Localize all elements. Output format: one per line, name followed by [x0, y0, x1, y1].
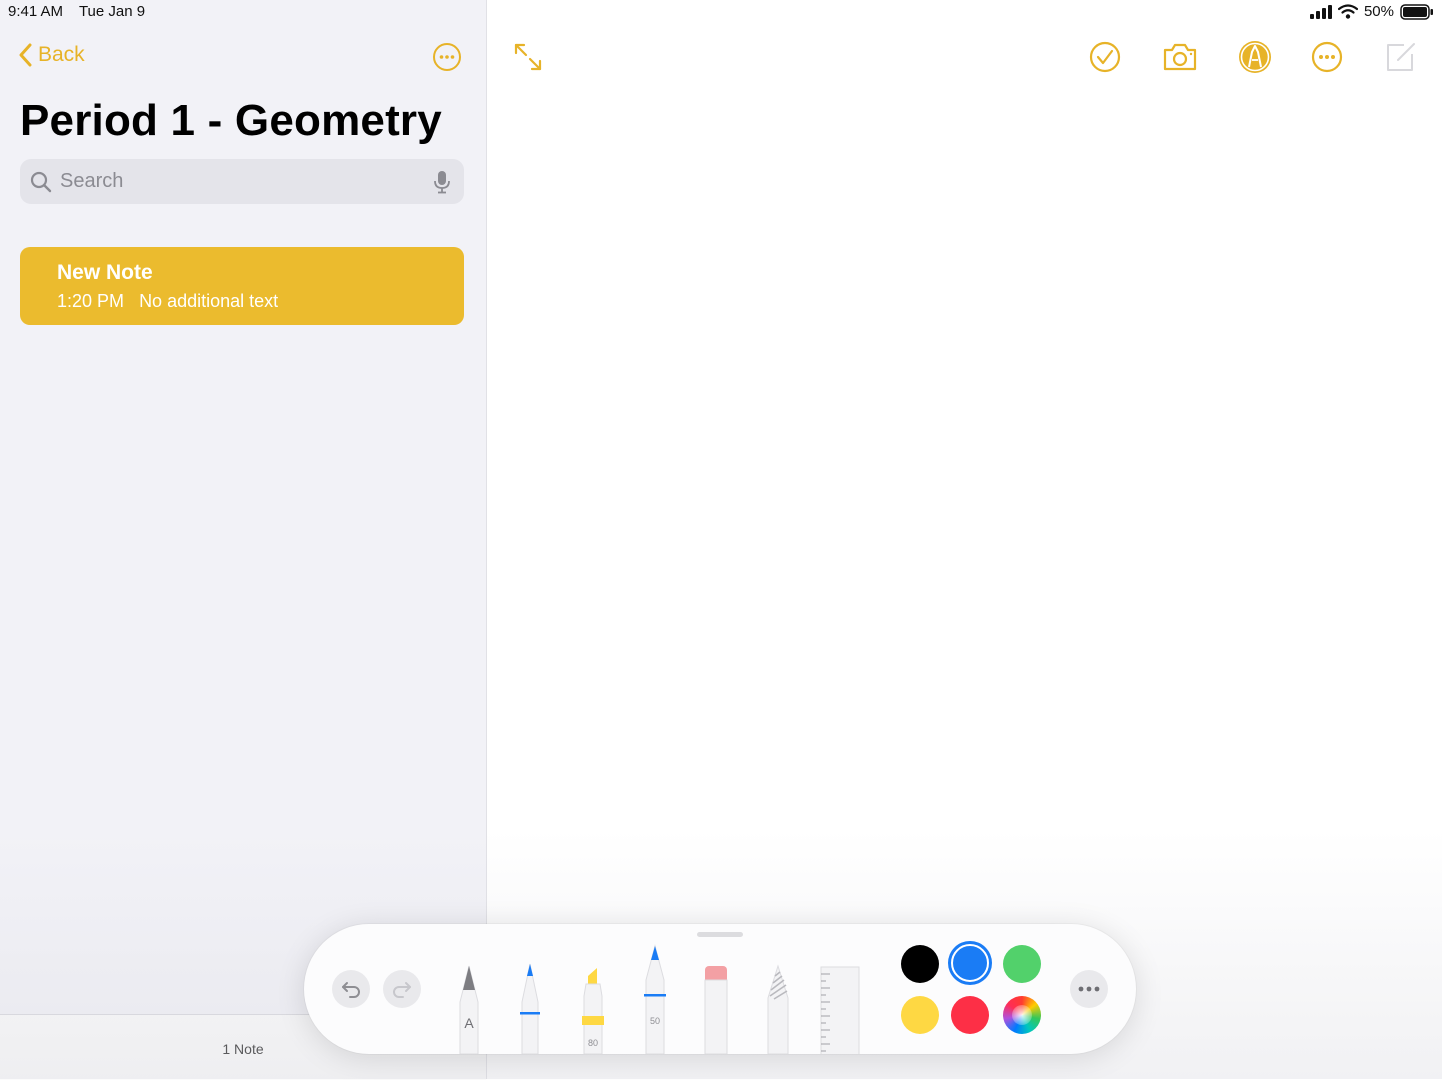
- color-picker-swatch[interactable]: [1003, 996, 1041, 1034]
- palette-more-button[interactable]: [1070, 970, 1108, 1008]
- color-black-swatch[interactable]: [901, 945, 939, 983]
- checklist-icon[interactable]: [1088, 40, 1122, 74]
- expand-icon[interactable]: [511, 40, 545, 74]
- chevron-left-icon: [19, 43, 32, 67]
- status-date: Tue Jan 9: [78, 3, 146, 20]
- pen-tool-label: A: [464, 1015, 474, 1031]
- redo-button[interactable]: [383, 970, 421, 1008]
- highlighter-tool-label: 80: [588, 1038, 598, 1048]
- camera-icon[interactable]: [1162, 40, 1198, 74]
- undo-icon: [342, 982, 360, 998]
- battery-percent: 50%: [1363, 3, 1394, 20]
- palette-grabber[interactable]: [697, 932, 743, 937]
- back-label: Back: [38, 43, 85, 66]
- status-time: 9:41 AM: [8, 3, 64, 20]
- back-button[interactable]: Back: [18, 43, 85, 67]
- search-icon: [30, 171, 52, 192]
- tool-palette: A 80 50: [304, 924, 1136, 1054]
- highlighter-tool[interactable]: 80: [579, 966, 607, 1054]
- color-green-swatch[interactable]: [1003, 945, 1041, 983]
- wifi-icon: [1337, 4, 1358, 19]
- note-time: 1:20 PM: [57, 291, 125, 311]
- note-preview: No additional text: [139, 291, 279, 311]
- status-bar-right: 50%: [1309, 3, 1434, 20]
- eraser-tool[interactable]: [703, 964, 729, 1054]
- marker-tool[interactable]: [517, 962, 543, 1054]
- more-options-icon[interactable]: [432, 42, 462, 72]
- color-blue-swatch[interactable]: [951, 944, 989, 982]
- microphone-icon[interactable]: [432, 170, 452, 194]
- markup-icon[interactable]: [1238, 40, 1272, 74]
- note-list-item[interactable]: New Note 1:20 PM No additional text: [20, 247, 464, 325]
- color-yellow-swatch[interactable]: [901, 996, 939, 1034]
- more-icon[interactable]: [1310, 40, 1344, 74]
- pencil-tool[interactable]: 50: [641, 944, 669, 1054]
- undo-button[interactable]: [332, 970, 370, 1008]
- status-bar-left: 9:41 AM Tue Jan 9: [8, 3, 157, 20]
- pencil-tool-label: 50: [650, 1016, 660, 1026]
- notes-sidebar: Back Period 1 - Geometry New Note 1:20 P…: [0, 0, 487, 1080]
- lasso-tool[interactable]: [765, 964, 791, 1054]
- redo-icon: [393, 982, 411, 998]
- cellular-signal-icon: [1309, 4, 1332, 19]
- battery-icon: [1400, 3, 1433, 20]
- ellipsis-icon: [1078, 986, 1100, 992]
- note-title: New Note: [57, 261, 153, 284]
- pen-tool[interactable]: A: [456, 964, 482, 1054]
- ruler-tool[interactable]: [820, 966, 860, 1054]
- folder-title: Period 1 - Geometry: [20, 96, 442, 145]
- color-red-swatch[interactable]: [951, 996, 989, 1034]
- note-subtitle: 1:20 PM No additional text: [57, 291, 278, 312]
- search-bar[interactable]: [20, 159, 464, 204]
- search-input[interactable]: [58, 169, 422, 194]
- compose-icon[interactable]: [1384, 40, 1418, 74]
